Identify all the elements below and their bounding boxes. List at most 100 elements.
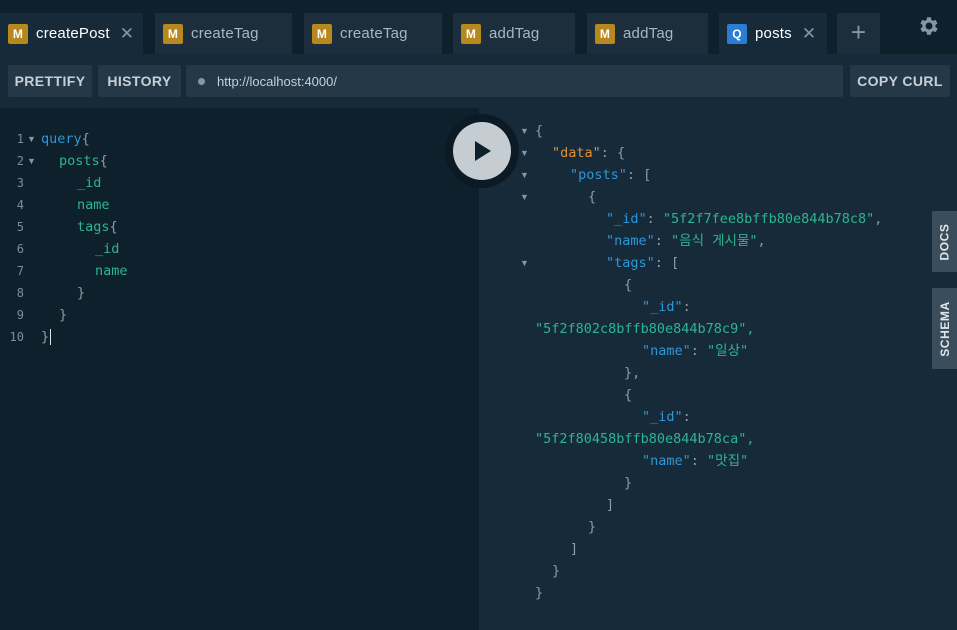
json-line: "name": "맛집" [642,450,748,472]
brace: }, [624,365,641,381]
brace: { [624,387,633,403]
code-line: posts{ [59,150,108,172]
result-viewer[interactable]: ▼ ▼ ▼ ▼ ▼ { "data": { "posts" : [ { "_id"… [479,108,957,630]
punctuation: , [757,233,766,249]
line-number: 8 [16,286,24,300]
json-line: { [588,186,596,208]
line-number: 2 [16,154,24,168]
code-line: _id [95,238,119,260]
gear-icon[interactable] [916,14,940,38]
field-name: tags [77,219,110,235]
punctuation: : [ [654,255,680,271]
toolbar: PRETTIFY HISTORY http://localhost:4000/ … [0,54,957,108]
line-number: 9 [16,308,24,322]
json-line: { [624,274,632,296]
tag-id-value: "5f2f802c8bffb80e844b78c9", [535,321,755,337]
brace: } [624,475,633,491]
post-name-value: "음식 게시물" [671,233,758,249]
punctuation: : [654,233,672,249]
field-name: name [77,197,110,213]
brace: } [59,307,68,323]
brace: { [81,131,90,147]
brace: } [535,585,544,601]
field-name: _id [95,241,120,257]
brace: { [624,277,633,293]
punctuation: : [682,409,699,425]
prettify-button[interactable]: PRETTIFY [8,65,92,97]
tab-label: posts [755,25,792,42]
punctuation: : { [600,145,626,161]
fold-arrow-icon[interactable]: ▼ [27,150,36,172]
code-line: } [77,282,85,304]
fold-arrow-icon[interactable]: ▼ [520,120,529,142]
json-line: "tags": [ [606,252,679,274]
add-tab-button[interactable]: + [837,13,880,54]
punctuation: , [874,211,883,227]
copy-curl-button[interactable]: COPY CURL [850,65,950,97]
tab-posts[interactable]: Q posts ✕ [719,13,827,54]
play-icon [475,141,491,161]
tab-addTag-2[interactable]: M addTag [587,13,708,54]
tag-id-value: "5f2f80458bffb80e844b78ca", [535,431,755,447]
tag-name-value: "일상" [707,343,749,359]
endpoint-url-input[interactable]: http://localhost:4000/ [186,65,843,97]
history-button[interactable]: HISTORY [98,65,181,97]
mutation-badge: M [8,23,28,44]
json-line: "name": "음식 게시물", [606,230,766,252]
schema-tab-label: SCHEMA [937,300,952,357]
json-line: "5f2f80458bffb80e844b78ca", [535,428,754,450]
schema-tab[interactable]: SCHEMA [932,288,957,369]
field-name: _id [77,175,102,191]
line-number: 4 [16,198,24,212]
line-number: 7 [16,264,24,278]
mutation-badge: M [595,23,615,44]
brace: } [41,329,50,345]
code-line: _id [77,172,101,194]
close-icon[interactable]: ✕ [802,24,816,44]
json-key-name: "name" [642,343,691,359]
query-editor[interactable]: 1 2 3 4 5 6 7 8 9 10 ▼ ▼ query{ posts{ _… [0,108,479,630]
run-button[interactable] [453,122,511,180]
post-id-value: "5f2f7fee8bffb80e844b78c8" [662,211,875,227]
line-number: 10 [9,330,24,344]
json-key-id: "_id" [642,299,683,315]
punctuation: : [646,211,663,227]
docs-tab-label: DOCS [937,222,952,261]
mutation-badge: M [461,23,481,44]
close-icon[interactable]: ✕ [120,24,134,44]
brace: { [588,189,597,205]
code-line: tags{ [77,216,118,238]
json-line: }, [624,362,640,384]
status-dot-icon [198,77,205,85]
tab-label: createTag [191,25,259,42]
query-badge: Q [727,23,747,44]
json-line: { [624,384,632,406]
json-line: } [588,516,596,538]
json-key-id: "_id" [642,409,683,425]
punctuation: : [690,453,708,469]
fold-arrow-icon[interactable]: ▼ [520,164,529,186]
json-key-id: "_id" [606,211,647,227]
field-name: name [95,263,128,279]
json-line: "name": "일상" [642,340,748,362]
fold-arrow-icon[interactable]: ▼ [27,128,36,150]
fold-arrow-icon[interactable]: ▼ [520,252,529,274]
json-key-tags: "tags" [606,255,655,271]
tab-createTag-1[interactable]: M createTag [155,13,292,54]
docs-tab[interactable]: DOCS [932,211,957,272]
tab-createPost[interactable]: M createPost ✕ [0,13,143,54]
fold-arrow-icon[interactable]: ▼ [520,142,529,164]
tab-addTag-1[interactable]: M addTag [453,13,575,54]
code-line: } [41,326,52,348]
json-line: "data": { [552,142,625,164]
tab-label: addTag [623,25,674,42]
tab-createTag-2[interactable]: M createTag [304,13,442,54]
tab-label: addTag [489,25,540,42]
json-key-data: "data" [552,145,601,161]
json-key-posts: "posts" [570,167,627,183]
text-cursor [50,329,52,345]
line-number: 1 [16,132,24,146]
tab-bar: M createPost ✕ M createTag M createTag M… [0,0,957,54]
fold-arrow-icon[interactable]: ▼ [520,186,529,208]
punctuation: : [690,343,708,359]
